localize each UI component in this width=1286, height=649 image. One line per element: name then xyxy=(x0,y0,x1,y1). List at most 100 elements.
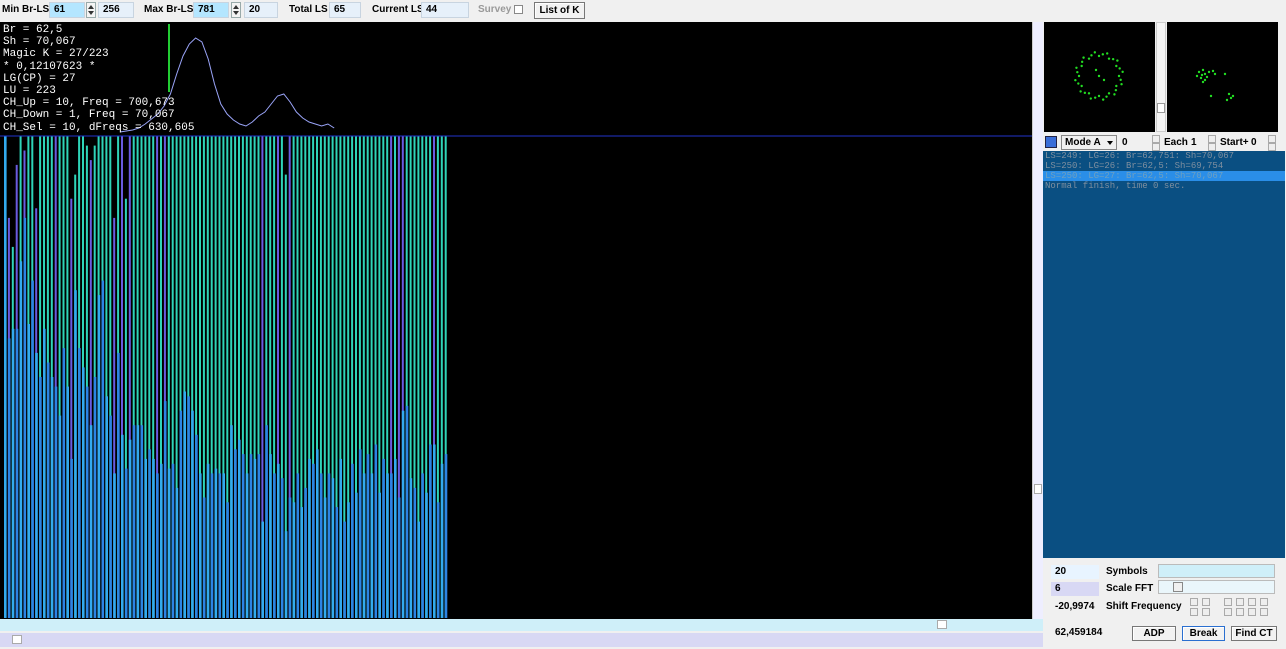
bar xyxy=(160,463,163,618)
bar xyxy=(284,531,288,618)
bar xyxy=(140,425,144,618)
bar xyxy=(66,386,69,618)
constellation-view-b xyxy=(1167,22,1278,132)
bar xyxy=(390,473,393,618)
max-br-ls-spinner[interactable] xyxy=(231,2,241,18)
bar xyxy=(273,473,276,618)
mode-value: 0 xyxy=(1122,137,1128,148)
constellation-scroll-thumb[interactable] xyxy=(1157,103,1165,113)
start-spinner-down[interactable] xyxy=(1268,143,1276,151)
shift-step-up-3[interactable] xyxy=(1224,598,1232,606)
scale-fft-slider-knob[interactable] xyxy=(1173,582,1183,592)
shift-step-up-5[interactable] xyxy=(1248,598,1256,606)
log-item[interactable]: LS=250: LG=26: Br=62,5: Sh=69,754 xyxy=(1043,161,1285,171)
constellation-scrollbar[interactable] xyxy=(1156,22,1166,132)
max-br-ls-input[interactable]: 781 xyxy=(193,2,229,18)
bar xyxy=(308,458,311,618)
shift-step-down-1[interactable] xyxy=(1190,608,1198,616)
break-button[interactable]: Break xyxy=(1182,626,1225,641)
adp-button[interactable]: ADP xyxy=(1132,626,1176,641)
info-line: CH_Up = 10, Freq = 700,673 xyxy=(3,97,175,110)
log-list[interactable]: LS=249: LG=26: Br=62,751: Sh=70,067 LS=25… xyxy=(1043,151,1285,558)
constellation-dot xyxy=(1203,78,1207,82)
symbols-slider[interactable] xyxy=(1158,564,1275,578)
shift-step-down-2[interactable] xyxy=(1202,608,1210,616)
plot-vertical-scrollbar[interactable] xyxy=(1032,22,1043,619)
shift-frequency-field[interactable]: -20,9974 xyxy=(1051,600,1099,614)
each-value[interactable]: 1 xyxy=(1191,137,1197,148)
bar xyxy=(351,463,354,618)
start-value[interactable]: 0 xyxy=(1251,137,1257,148)
find-ct-button[interactable]: Find CT xyxy=(1231,626,1277,641)
each-spinner-down[interactable] xyxy=(1208,143,1216,151)
bar xyxy=(15,328,19,618)
bar xyxy=(265,425,268,618)
min-br-ls-spinner[interactable] xyxy=(86,2,96,18)
list-of-k-button[interactable]: List of K xyxy=(534,2,585,19)
start-spinner-up[interactable] xyxy=(1268,135,1276,143)
shift-step-down-6[interactable] xyxy=(1260,608,1268,616)
each-spinner-up[interactable] xyxy=(1208,135,1216,143)
bar xyxy=(312,463,315,618)
info-overlay: Br = 62,5 Sh = 70,067 Magic K = 27/223 * 0,… xyxy=(3,24,194,134)
symbols-field[interactable]: 20 xyxy=(1051,565,1099,579)
constellation-dot xyxy=(1223,72,1227,76)
shift-step-up-4[interactable] xyxy=(1236,598,1244,606)
bar xyxy=(277,463,280,618)
lower-horizontal-scroll-thumb[interactable] xyxy=(12,635,22,644)
constellation-dot xyxy=(1121,70,1124,74)
log-item[interactable]: LS=250: LG=27: Br=62,5: Sh=70,067 xyxy=(1043,171,1285,181)
bar xyxy=(253,458,257,618)
lower-horizontal-scrollbar[interactable] xyxy=(0,633,1043,647)
result-value: 62,459184 xyxy=(1055,627,1103,638)
bar xyxy=(23,217,27,618)
bar xyxy=(175,487,179,618)
min-br-ls-count-field[interactable]: 256 xyxy=(98,2,134,18)
mode-value-spinner-up[interactable] xyxy=(1152,135,1160,143)
constellation-dot xyxy=(1076,70,1079,74)
mode-value-spinner-down[interactable] xyxy=(1152,143,1160,151)
constellation-dot xyxy=(1229,96,1233,100)
survey-checkbox[interactable] xyxy=(514,5,523,14)
shift-step-down-3[interactable] xyxy=(1224,608,1232,616)
constellation-dot xyxy=(1211,69,1215,73)
constellation-view-a xyxy=(1044,22,1155,132)
shift-step-up-6[interactable] xyxy=(1260,598,1268,606)
shift-step-up-2[interactable] xyxy=(1202,598,1210,606)
log-item[interactable]: Normal finish, time 0 sec. xyxy=(1043,181,1285,191)
bar xyxy=(74,290,77,618)
constellation-dot xyxy=(1105,95,1108,98)
constellation-dot xyxy=(1097,54,1101,58)
constellation-dot xyxy=(1115,64,1118,68)
constellation-dot xyxy=(1082,56,1085,59)
bar xyxy=(362,473,366,618)
mode-select[interactable]: Mode A xyxy=(1061,135,1117,150)
plot-horizontal-scroll-thumb[interactable] xyxy=(937,620,947,629)
bar xyxy=(319,473,323,618)
bar xyxy=(339,458,342,618)
bar xyxy=(245,473,249,618)
spectrum-plot: Br = 62,5 Sh = 70,067 Magic K = 27/223 * 0,… xyxy=(0,22,1032,619)
app-window: Min Br-LS 61 256 Max Br-LS 781 20 Total … xyxy=(0,0,1286,649)
scale-fft-slider[interactable] xyxy=(1158,580,1275,594)
plot-vertical-scroll-thumb[interactable] xyxy=(1034,484,1042,494)
shift-step-down-4[interactable] xyxy=(1236,608,1244,616)
shift-step-down-5[interactable] xyxy=(1248,608,1256,616)
scale-fft-field[interactable]: 6 xyxy=(1051,582,1099,596)
each-label: Each xyxy=(1164,137,1188,148)
max-br-ls-count-field[interactable]: 20 xyxy=(244,2,278,18)
mode-toggle-icon[interactable] xyxy=(1045,136,1057,148)
bar xyxy=(288,497,292,618)
symbols-label: Symbols xyxy=(1106,566,1148,577)
shift-step-up-1[interactable] xyxy=(1190,598,1198,606)
constellation-dot xyxy=(1200,73,1204,77)
info-line: Magic K = 27/223 xyxy=(3,48,109,61)
log-item[interactable]: LS=249: LG=26: Br=62,751: Sh=70,067 xyxy=(1043,151,1285,161)
plot-horizontal-scrollbar[interactable] xyxy=(0,619,1043,631)
min-br-ls-input[interactable]: 61 xyxy=(49,2,85,18)
info-line: Sh = 70,067 xyxy=(3,36,76,49)
bar xyxy=(409,478,413,618)
scale-fft-label: Scale FFT xyxy=(1106,583,1154,594)
bar xyxy=(58,415,62,618)
bar xyxy=(405,405,409,618)
